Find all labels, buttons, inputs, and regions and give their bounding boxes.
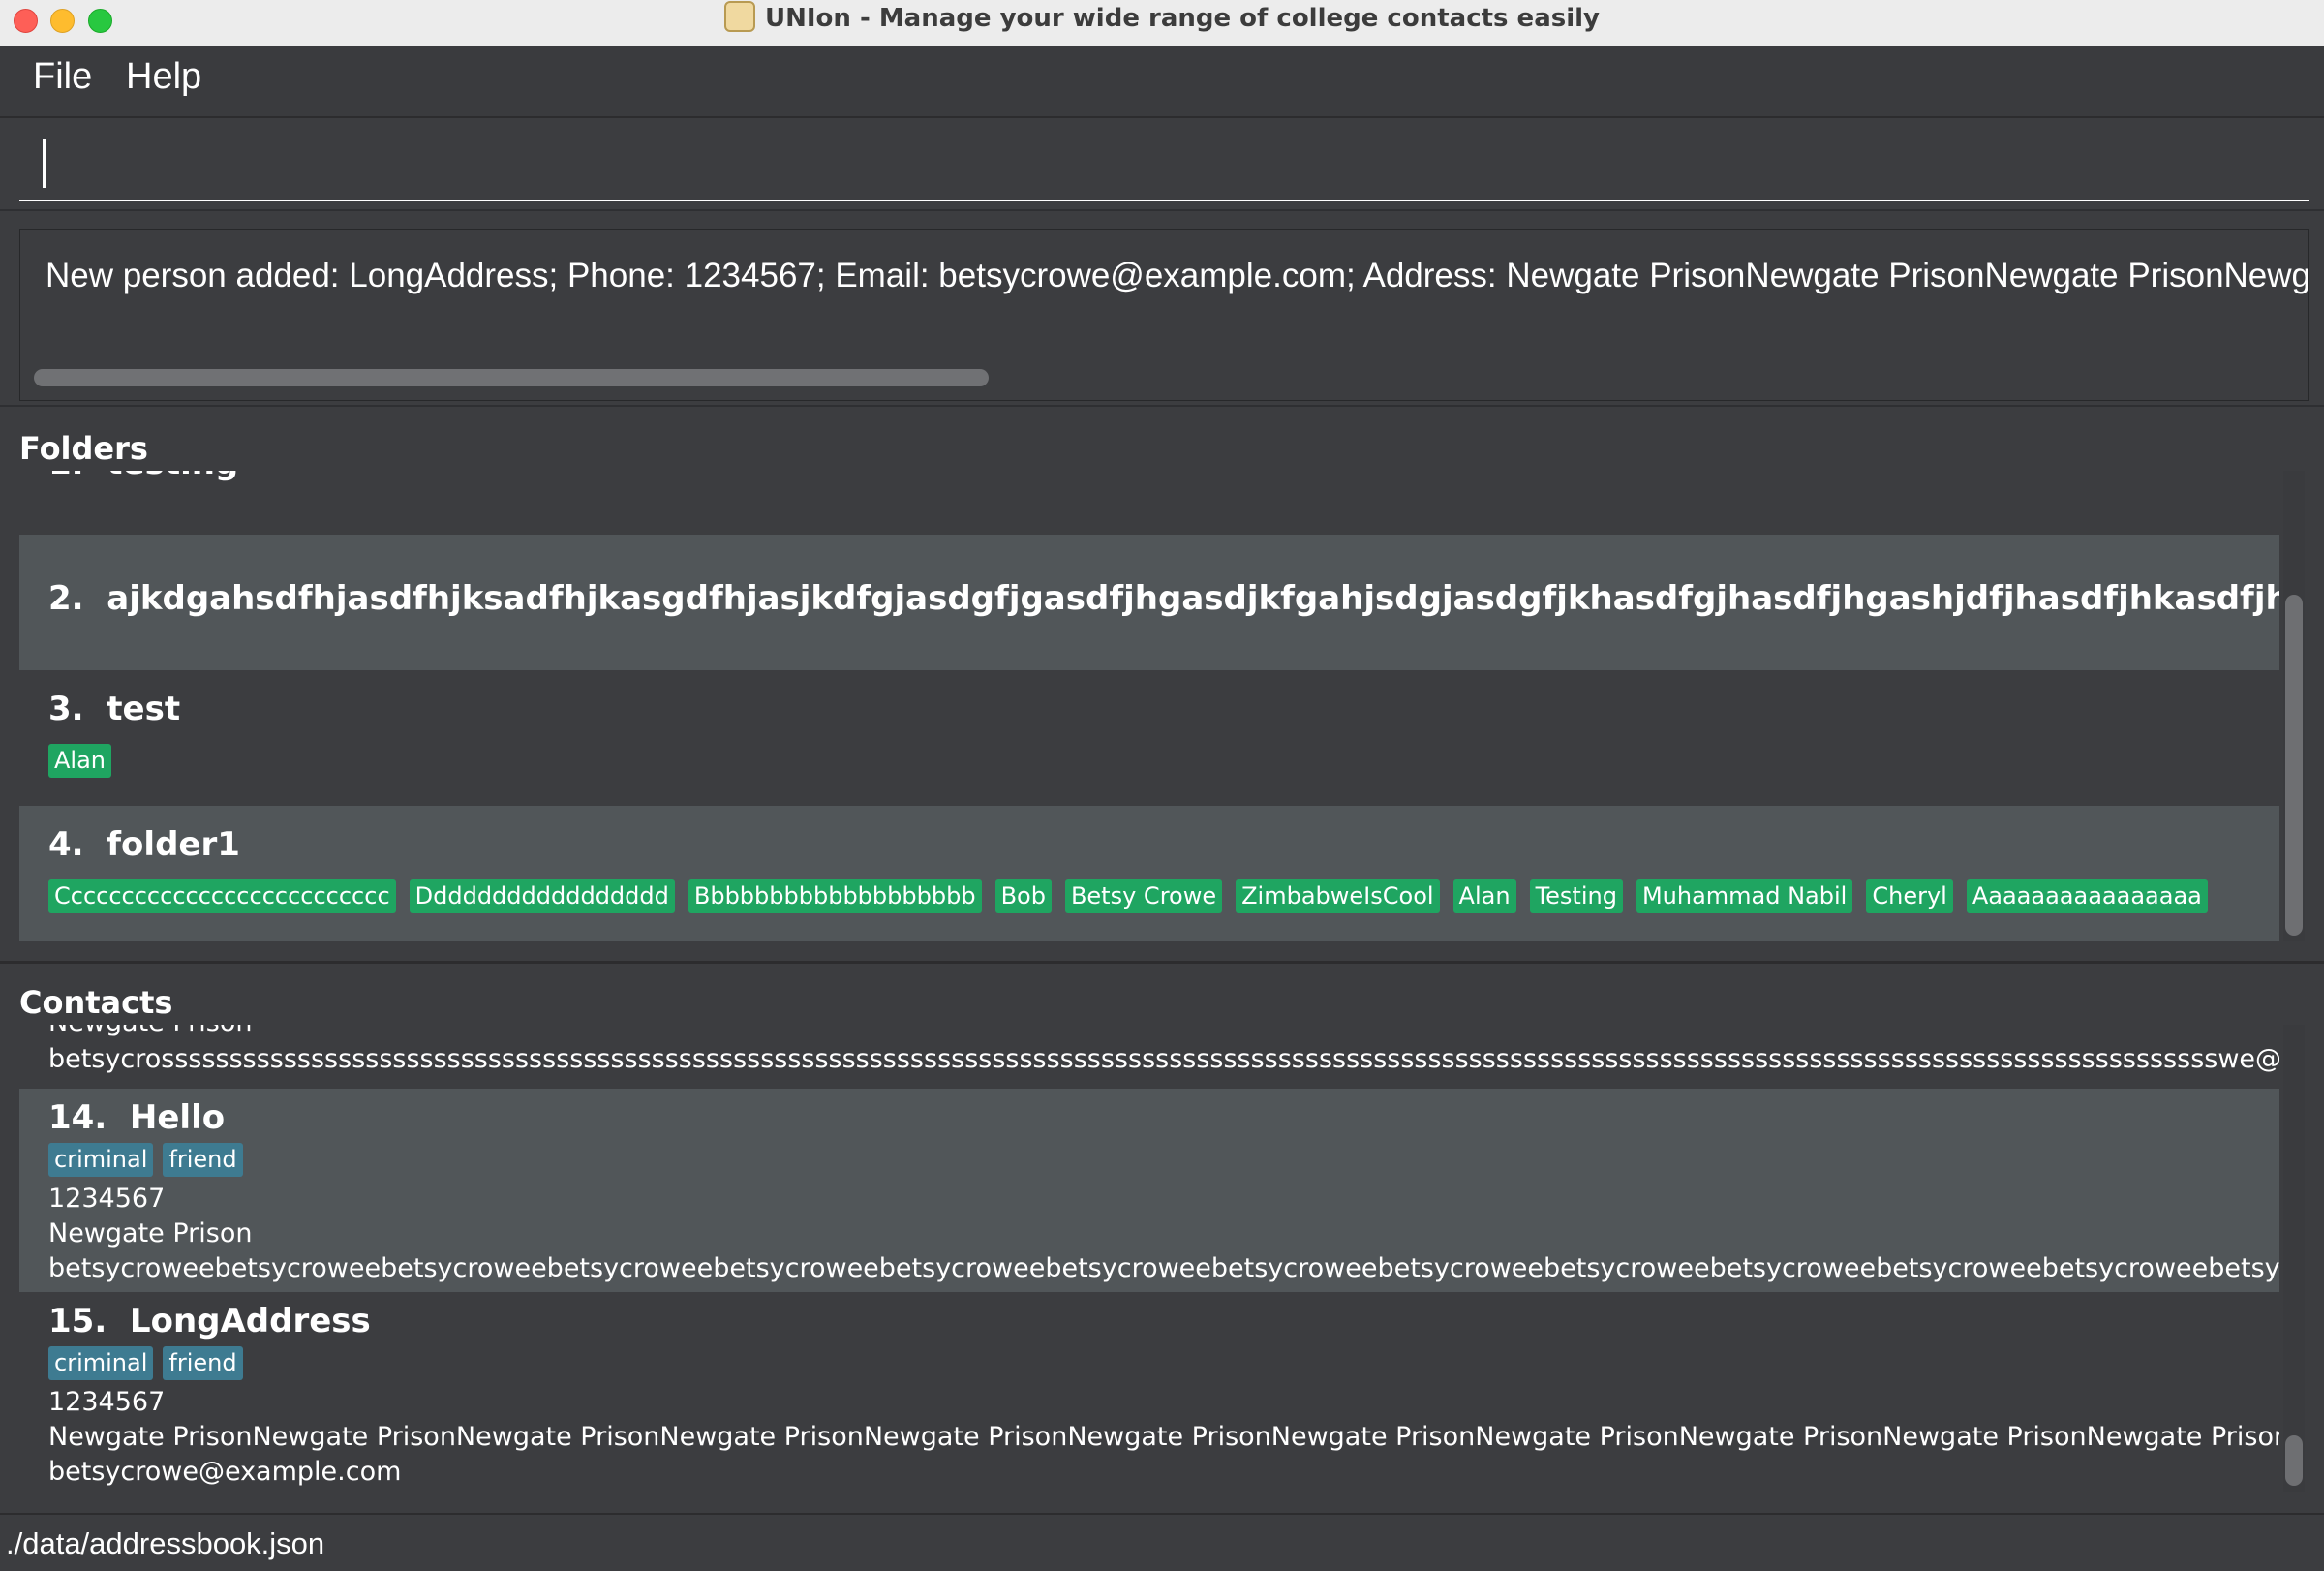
folder-item[interactable]: 2. ajkdgahsdfhjasdfhjksadfhjkasgdfhjasjk…	[19, 535, 2279, 670]
contact-tag: criminal	[48, 1143, 154, 1177]
folder-item[interactable]: 3. test Alan	[19, 670, 2279, 806]
folders-scrollbar-track[interactable]	[2283, 471, 2305, 941]
folder-tag: Cheryl	[1866, 879, 1953, 913]
contact-card[interactable]: 14. Hello criminal friend 1234567 Newgate…	[19, 1089, 2279, 1292]
folder-title: 1. testing	[48, 471, 238, 482]
folder-tag: Aaaaaaaaaaaaaaaa	[1966, 879, 2208, 913]
folder-name: ajkdgahsdfhjasdfhjksadfhjkasgdfhjasjkdfg…	[107, 579, 2279, 618]
contact-address: Newgate Prison	[48, 1218, 253, 1248]
folder-item[interactable]: 4. folder1 Cccccccccccccccccccccccccc Ddd…	[19, 806, 2279, 941]
menu-file[interactable]: File	[33, 56, 92, 98]
contacts-scrollbar-track[interactable]	[2283, 1025, 2305, 1492]
contact-title: 14. Hello	[48, 1098, 225, 1137]
contacts-list[interactable]: Newgate Prison betsycrosssssssssssssssss…	[19, 1025, 2279, 1492]
title-bar: UNIon - Manage your wide range of colleg…	[0, 0, 2324, 47]
app-logo-icon	[724, 0, 755, 32]
folder-tag: ZimbabweIsCool	[1236, 879, 1440, 913]
contact-index: 14.	[48, 1098, 107, 1137]
folders-list[interactable]: 1. testing 2. ajkdgahsdfhjasdfhjksadfhjk…	[19, 471, 2279, 941]
folder-name: test	[107, 690, 181, 728]
contact-card[interactable]: Newgate Prison betsycrosssssssssssssssss…	[19, 1025, 2279, 1089]
folder-index: 1.	[48, 471, 84, 482]
folder-tag: Alan	[1452, 879, 1516, 913]
result-display[interactable]: New person added: LongAddress; Phone: 12…	[19, 229, 2309, 401]
section-divider	[0, 961, 2324, 964]
command-input[interactable]	[19, 122, 2309, 201]
contact-email: betsycrowe@example.com	[48, 1457, 402, 1487]
folder-title: 2. ajkdgahsdfhjasdfhjksadfhjkasgdfhjasjk…	[48, 579, 2279, 618]
folder-title: 3. test	[48, 690, 180, 728]
result-horizontal-scrollbar[interactable]	[34, 369, 989, 386]
contact-tag: criminal	[48, 1346, 154, 1380]
folders-scrollbar-thumb[interactable]	[2285, 595, 2303, 936]
folder-tag: Betsy Crowe	[1064, 879, 1223, 913]
result-display-pane: New person added: LongAddress; Phone: 12…	[0, 209, 2324, 407]
folder-tag: Alan	[48, 744, 112, 778]
contact-tag: friend	[163, 1346, 243, 1380]
contact-address: Newgate Prison	[48, 1025, 252, 1037]
status-bar: ./data/addressbook.json	[0, 1513, 2324, 1571]
contact-title: 15. LongAddress	[48, 1302, 371, 1340]
result-message: New person added: LongAddress; Phone: 12…	[46, 257, 2309, 294]
contact-tags: criminal friend	[48, 1143, 257, 1177]
folder-tag: Bbbbbbbbbbbbbbbbbbb	[688, 879, 982, 913]
contact-name: LongAddress	[129, 1302, 371, 1340]
contact-index: 15.	[48, 1302, 107, 1340]
contacts-header: Contacts	[19, 984, 173, 1021]
save-location: ./data/addressbook.json	[6, 1526, 325, 1560]
folder-index: 4.	[48, 825, 84, 864]
folder-index: 2.	[48, 579, 84, 618]
contact-email: betsycrossssssssssssssssssssssssssssssss…	[48, 1044, 2279, 1074]
folder-name: folder1	[107, 825, 240, 864]
menu-help[interactable]: Help	[126, 56, 201, 98]
folders-header: Folders	[19, 430, 148, 467]
contact-tag: friend	[163, 1143, 243, 1177]
contacts-scrollbar-thumb[interactable]	[2285, 1435, 2303, 1486]
contact-phone: 1234567	[48, 1387, 166, 1417]
folder-tag: Ddddddddddddddddd	[409, 879, 675, 913]
folder-name: testing	[107, 471, 238, 482]
window-title: UNIon - Manage your wide range of colleg…	[765, 4, 1600, 33]
contact-email: betsycroweebetsycroweebetsycroweebetsycr…	[48, 1253, 2279, 1283]
folder-tag: Cccccccccccccccccccccccccc	[48, 879, 396, 913]
menu-bar: File Help	[0, 46, 2324, 118]
contact-phone: 1234567	[48, 1184, 166, 1214]
contact-name: Hello	[129, 1098, 226, 1137]
folder-item[interactable]: 1. testing	[19, 471, 2279, 535]
contact-address: Newgate PrisonNewgate PrisonNewgate Pris…	[48, 1422, 2279, 1452]
folder-tags: Alan	[48, 744, 125, 778]
contact-card[interactable]: 15. LongAddress criminal friend 1234567 N…	[19, 1292, 2279, 1492]
folder-tag: Testing	[1529, 879, 1623, 913]
folder-tags: Cccccccccccccccccccccccccc Dddddddddddddd…	[48, 879, 2221, 913]
folder-index: 3.	[48, 690, 84, 728]
text-caret	[43, 139, 46, 188]
folder-tag: Bob	[994, 879, 1052, 913]
folder-title: 4. folder1	[48, 825, 240, 864]
contact-tags: criminal friend	[48, 1346, 257, 1380]
window-title-container: UNIon - Manage your wide range of colleg…	[0, 0, 2324, 45]
folder-tag: Muhammad Nabil	[1636, 879, 1853, 913]
